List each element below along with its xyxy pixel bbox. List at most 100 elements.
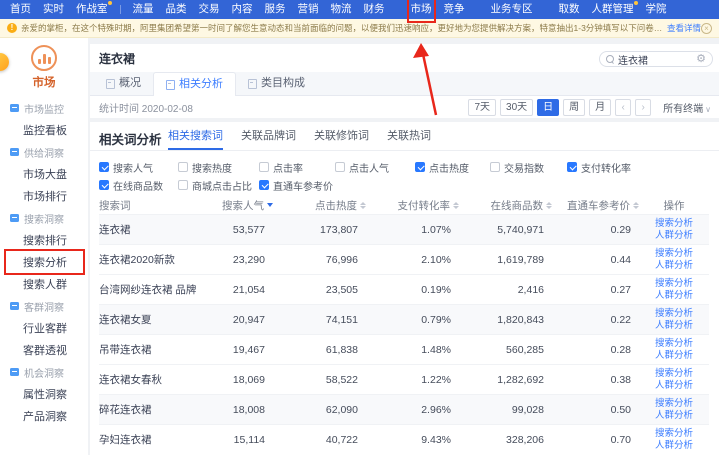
search-input[interactable] xyxy=(618,54,696,65)
sub-tab[interactable]: 关联热词 xyxy=(387,122,431,150)
column-header[interactable]: 搜索人气 xyxy=(211,198,273,213)
column-header[interactable]: 点击热度 xyxy=(273,198,366,213)
page-tab[interactable]: 概况 xyxy=(94,72,153,95)
folder-icon xyxy=(10,214,19,222)
value-cell: 2.10% xyxy=(366,254,459,266)
action-link[interactable]: 搜索分析 xyxy=(655,278,693,290)
metric-checkbox[interactable]: 在线商品数 xyxy=(99,178,178,193)
action-link[interactable]: 人群分析 xyxy=(655,320,693,332)
nav-item[interactable]: 学院 xyxy=(646,0,667,19)
sub-tab[interactable]: 关联修饰词 xyxy=(314,122,369,150)
metric-checkbox[interactable]: 搜索热度 xyxy=(178,160,259,175)
nav-item[interactable]: 取数 xyxy=(559,0,580,19)
checkbox-icon[interactable] xyxy=(490,162,500,172)
nav-item[interactable]: 首页 xyxy=(10,0,31,19)
sidebar-item[interactable]: 市场排行 xyxy=(0,185,88,207)
sub-tab[interactable]: 关联品牌词 xyxy=(241,122,296,150)
gear-icon[interactable]: ⚙ xyxy=(696,54,706,65)
metric-checkbox[interactable]: 点击热度 xyxy=(415,160,490,175)
sidebar-section[interactable]: 客群洞察 xyxy=(0,295,88,317)
metric-checkbox[interactable]: 搜索人气 xyxy=(99,160,178,175)
action-link[interactable]: 人群分析 xyxy=(655,260,693,272)
sidebar-section[interactable]: 供给洞察 xyxy=(0,141,88,163)
action-link[interactable]: 人群分析 xyxy=(655,290,693,302)
column-header[interactable]: 在线商品数 xyxy=(459,198,552,213)
sidebar-item[interactable]: 搜索排行 xyxy=(0,229,88,251)
action-link[interactable]: 搜索分析 xyxy=(655,368,693,380)
value-cell: 18,069 xyxy=(211,374,273,386)
sub-tab[interactable]: 相关搜索词 xyxy=(168,122,223,150)
terminal-select[interactable]: 所有终端∨ xyxy=(663,100,711,115)
nav-item[interactable]: 交易 xyxy=(199,0,220,19)
sidebar-section[interactable]: 机会洞察 xyxy=(0,361,88,383)
metric-checkbox[interactable]: 点击率 xyxy=(259,160,335,175)
checkbox-icon[interactable] xyxy=(335,162,345,172)
value-cell: 5,740,971 xyxy=(459,224,552,236)
next-page-button[interactable]: › xyxy=(635,99,651,116)
date-range-button[interactable]: 月 xyxy=(589,99,611,116)
checkbox-checked-icon[interactable] xyxy=(259,180,269,190)
checkbox-checked-icon[interactable] xyxy=(415,162,425,172)
notice-text: 亲爱的掌柜，在这个特殊时期，阿里集团希望第一时间了解您生意动态和当前面临的问题，… xyxy=(21,22,663,34)
nav-item[interactable]: 市场 xyxy=(411,0,432,19)
nav-item[interactable]: 营销 xyxy=(298,0,319,19)
page-tab[interactable]: 类目构成 xyxy=(236,72,317,95)
checkbox-icon[interactable] xyxy=(178,162,188,172)
sidebar-item[interactable]: 属性洞察 xyxy=(0,383,88,405)
checkbox-checked-icon[interactable] xyxy=(99,162,109,172)
nav-item[interactable]: 业务专区 xyxy=(491,0,533,19)
nav-item[interactable]: 物流 xyxy=(331,0,352,19)
action-link[interactable]: 搜索分析 xyxy=(655,338,693,350)
action-link[interactable]: 人群分析 xyxy=(655,230,693,242)
action-link[interactable]: 搜索分析 xyxy=(655,428,693,440)
checkbox-icon[interactable] xyxy=(178,180,188,190)
sub-tabs: 相关搜索词关联品牌词关联修饰词关联热词 xyxy=(168,122,431,150)
date-range-button[interactable]: 30天 xyxy=(500,99,533,116)
sidebar-item[interactable]: 搜索分析 xyxy=(0,251,88,273)
nav-item[interactable]: 品类 xyxy=(166,0,187,19)
sidebar-item[interactable]: 监控看板 xyxy=(0,119,88,141)
action-link[interactable]: 搜索分析 xyxy=(655,248,693,260)
action-link[interactable]: 搜索分析 xyxy=(655,398,693,410)
sidebar-item[interactable]: 搜索人群 xyxy=(0,273,88,295)
row-actions: 搜索分析人群分析 xyxy=(639,368,709,391)
date-range-button[interactable]: 周 xyxy=(563,99,585,116)
column-header[interactable]: 直通车参考价 xyxy=(552,198,639,213)
date-range-button[interactable]: 日 xyxy=(537,99,559,116)
page-tab[interactable]: 相关分析 xyxy=(153,72,236,96)
checkbox-checked-icon[interactable] xyxy=(99,180,109,190)
sidebar-item[interactable]: 客群透视 xyxy=(0,339,88,361)
action-link[interactable]: 搜索分析 xyxy=(655,308,693,320)
nav-item[interactable]: 人群管理 xyxy=(592,0,634,19)
sidebar-item[interactable]: 市场大盘 xyxy=(0,163,88,185)
sidebar-section[interactable]: 市场监控 xyxy=(0,97,88,119)
sidebar-item[interactable]: 产品洞察 xyxy=(0,405,88,427)
metric-checkbox[interactable]: 商城点击占比 xyxy=(178,178,259,193)
metric-checkbox[interactable]: 直通车参考价 xyxy=(259,178,711,193)
metric-checkbox[interactable]: 支付转化率 xyxy=(567,160,711,175)
date-range-button[interactable]: 7天 xyxy=(468,99,496,116)
sidebar-section[interactable]: 搜索洞察 xyxy=(0,207,88,229)
action-link[interactable]: 人群分析 xyxy=(655,440,693,452)
nav-item[interactable]: 竞争 xyxy=(444,0,465,19)
prev-page-button[interactable]: ‹ xyxy=(615,99,631,116)
nav-item[interactable]: 内容 xyxy=(232,0,253,19)
checkbox-checked-icon[interactable] xyxy=(567,162,577,172)
metric-checkbox[interactable]: 点击人气 xyxy=(335,160,415,175)
nav-item[interactable]: 流量 xyxy=(133,0,154,19)
checkbox-icon[interactable] xyxy=(259,162,269,172)
sidebar-item[interactable]: 行业客群 xyxy=(0,317,88,339)
metric-checkbox[interactable]: 交易指数 xyxy=(490,160,567,175)
nav-item[interactable]: 作战室 xyxy=(76,0,108,19)
notice-detail-link[interactable]: 查看详情 xyxy=(667,22,701,34)
action-link[interactable]: 人群分析 xyxy=(655,380,693,392)
action-link[interactable]: 人群分析 xyxy=(655,410,693,422)
nav-item[interactable]: 财务 xyxy=(364,0,385,19)
column-header: 搜索词 xyxy=(99,198,211,213)
close-icon[interactable]: × xyxy=(701,23,712,34)
column-header[interactable]: 支付转化率 xyxy=(366,198,459,213)
action-link[interactable]: 人群分析 xyxy=(655,350,693,362)
nav-item[interactable]: 实时 xyxy=(43,0,64,19)
action-link[interactable]: 搜索分析 xyxy=(655,218,693,230)
nav-item[interactable]: 服务 xyxy=(265,0,286,19)
